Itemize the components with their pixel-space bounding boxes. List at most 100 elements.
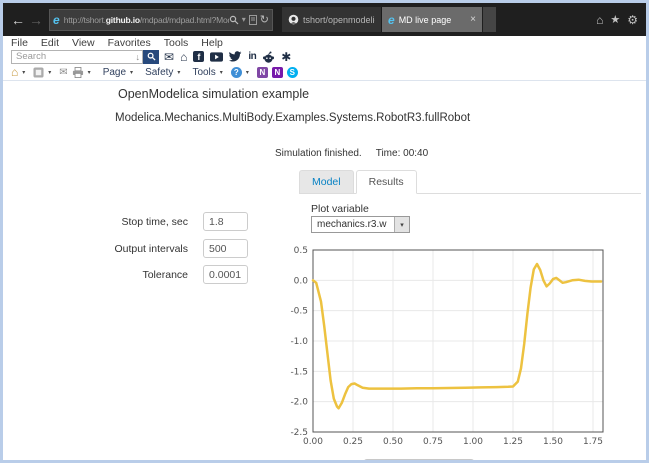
print-icon[interactable]	[72, 67, 84, 78]
mail-icon[interactable]: ✉	[164, 51, 174, 63]
settings-gear-icon[interactable]: ⚙	[627, 13, 638, 27]
tolerance-input[interactable]	[203, 265, 248, 284]
stop-time-input[interactable]	[203, 212, 248, 231]
close-tab-icon[interactable]: ×	[470, 14, 476, 25]
ie-page-icon: e	[53, 13, 60, 27]
simulation-status: Simulation finished. Time: 00:40	[275, 148, 428, 159]
form-row-tolerance: Tolerance	[75, 265, 248, 284]
plot-variable-label: Plot variable	[311, 203, 369, 215]
help-caret-icon[interactable]: ▾	[246, 69, 249, 76]
menu-view[interactable]: View	[72, 37, 95, 49]
tab-label: tshort/openmodelica-javas...	[303, 15, 375, 25]
tab-label: MD live page	[399, 15, 466, 25]
search-go-button[interactable]	[143, 50, 159, 64]
search-input[interactable]	[16, 51, 136, 62]
tab-model[interactable]: Model	[299, 170, 354, 194]
toolbar-divider	[3, 80, 646, 81]
safety-menu-button[interactable]: Safety	[145, 67, 173, 78]
send-to-onenote-icon[interactable]: N	[272, 67, 283, 78]
onenote-linked-notes-icon[interactable]: N	[257, 67, 268, 78]
linkedin-icon[interactable]: in	[248, 51, 256, 62]
home-shortcut-icon[interactable]: ⌂	[180, 51, 187, 63]
search-icon[interactable]	[229, 15, 239, 25]
command-bar: ⌂ ▾ ▾ ✉ ▾ Page ▾ Safety ▾ Tools ▾ ? ▾ N …	[3, 64, 646, 80]
feeds-caret-icon[interactable]: ▾	[48, 69, 51, 76]
menu-help[interactable]: Help	[201, 37, 223, 49]
svg-text:1.25: 1.25	[503, 437, 523, 447]
svg-text:1.00: 1.00	[463, 437, 483, 447]
status-time: Time: 00:40	[376, 148, 428, 159]
stop-time-label: Stop time, sec	[75, 216, 188, 228]
svg-text:-1.5: -1.5	[290, 367, 308, 377]
svg-text:-0.5: -0.5	[290, 307, 308, 317]
svg-text:0.00: 0.00	[303, 437, 323, 447]
output-intervals-label: Output intervals	[75, 243, 188, 255]
help-icon[interactable]: ?	[231, 67, 242, 78]
print-caret-icon[interactable]: ▾	[88, 69, 91, 76]
search-history-icon[interactable]: ↓	[136, 52, 141, 62]
search-dropdown-icon[interactable]: ▾	[242, 15, 246, 24]
magnifier-icon	[147, 52, 156, 61]
menu-tools[interactable]: Tools	[164, 37, 189, 49]
results-tabs: Model Results	[299, 170, 417, 193]
page-title: OpenModelica simulation example	[118, 87, 309, 101]
tab-md-live-page[interactable]: e MD live page ×	[382, 7, 482, 32]
skype-icon[interactable]: S	[287, 67, 298, 78]
reddit-icon[interactable]	[262, 51, 275, 63]
menu-file[interactable]: File	[11, 37, 28, 49]
svg-text:0.50: 0.50	[383, 437, 403, 447]
tab-github[interactable]: tshort/openmodelica-javas...	[282, 7, 382, 32]
refresh-icon[interactable]: ↻	[260, 13, 269, 26]
svg-text:0.0: 0.0	[294, 276, 309, 286]
github-icon	[288, 14, 299, 25]
url-text: http://tshort.github.io/mdpad/mdpad.html…	[64, 15, 229, 25]
compatibility-view-icon[interactable]	[249, 15, 257, 25]
output-intervals-input[interactable]	[203, 239, 248, 258]
svg-text:-2.5: -2.5	[290, 428, 308, 438]
form-row-output-intervals: Output intervals	[75, 239, 248, 258]
svg-text:0.75: 0.75	[423, 437, 443, 447]
home-button-icon[interactable]: ⌂	[596, 13, 603, 27]
tab-results[interactable]: Results	[356, 170, 417, 194]
menu-favorites[interactable]: Favorites	[108, 37, 151, 49]
results-chart[interactable]: 0.00 0.25 0.50 0.75 1.00 1.25 1.50 1.75 0.5 0.0 -0…	[287, 245, 617, 451]
address-bar[interactable]: e http://tshort.github.io/mdpad/mdpad.ht…	[49, 9, 273, 31]
search-box: ↓	[11, 50, 143, 64]
tools-menu-button[interactable]: Tools	[192, 67, 215, 78]
menu-edit[interactable]: Edit	[41, 37, 59, 49]
svg-text:1.75: 1.75	[583, 437, 603, 447]
tolerance-label: Tolerance	[75, 269, 188, 281]
youtube-icon[interactable]	[210, 52, 223, 62]
facebook-icon[interactable]: f	[193, 51, 204, 62]
yelp-icon[interactable]: ✱	[281, 51, 291, 63]
selected-variable: mechanics.r3.w	[312, 219, 394, 230]
svg-text:-1.0: -1.0	[290, 337, 308, 347]
twitter-icon[interactable]	[229, 51, 242, 62]
chart-container: 0.00 0.25 0.50 0.75 1.00 1.25 1.50 1.75 0.5 0.0 -0…	[287, 245, 617, 451]
browser-chrome: ← → e http://tshort.github.io/mdpad/mdpa…	[3, 3, 646, 36]
back-icon[interactable]: ←	[9, 12, 27, 28]
menu-bar: File Edit View Favorites Tools Help	[3, 36, 646, 49]
status-text: Simulation finished.	[275, 148, 362, 159]
ie-icon: e	[388, 13, 395, 27]
read-mail-icon[interactable]: ✉	[59, 67, 67, 78]
browser-window: ← → e http://tshort.github.io/mdpad/mdpa…	[0, 0, 649, 463]
svg-text:-2.0: -2.0	[290, 398, 308, 408]
feeds-icon[interactable]	[33, 67, 44, 78]
tools-caret-icon: ▾	[220, 69, 223, 76]
select-dropdown-icon[interactable]: ▾	[394, 217, 409, 232]
clipped-bottom-element[interactable]	[363, 459, 475, 463]
favorites-star-icon[interactable]: ★	[610, 13, 620, 26]
new-tab-button[interactable]	[483, 7, 496, 32]
safety-caret-icon: ▾	[177, 69, 180, 76]
svg-text:1.50: 1.50	[543, 437, 563, 447]
model-path: Modelica.Mechanics.MultiBody.Examples.Sy…	[115, 112, 470, 124]
page-menu-button[interactable]: Page	[103, 67, 126, 78]
home-caret-icon[interactable]: ▾	[22, 69, 25, 76]
svg-text:0.5: 0.5	[294, 246, 308, 256]
plot-variable-select[interactable]: mechanics.r3.w ▾	[311, 216, 410, 233]
home-command-icon[interactable]: ⌂	[11, 65, 18, 79]
forward-icon[interactable]: →	[27, 12, 45, 28]
favorites-bar: ↓ ✉ ⌂ f in ✱	[3, 49, 646, 64]
svg-text:0.25: 0.25	[343, 437, 363, 447]
